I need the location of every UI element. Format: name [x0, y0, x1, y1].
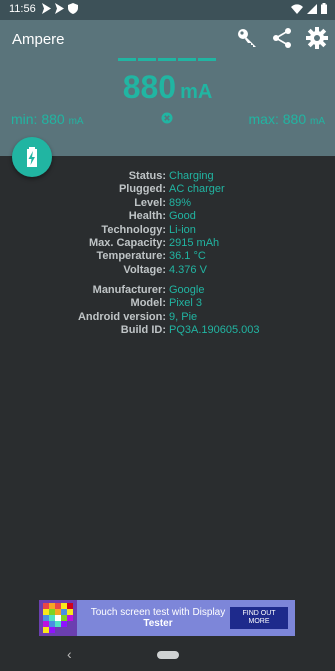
app-logo-icon [39, 600, 77, 636]
ad-banner[interactable]: Touch screen test with Display Tester FI… [39, 600, 295, 636]
info-row-manufacturer: Manufacturer: Google [92, 284, 205, 296]
key-icon[interactable] [236, 27, 258, 49]
signal-icon [307, 3, 317, 14]
send-icon [55, 3, 64, 14]
info-row-temperature: Temperature: 36.1 °C [96, 250, 206, 263]
share-icon[interactable] [271, 27, 293, 49]
ad-text: Touch screen test with Display Tester [90, 607, 226, 629]
current-reading: 880 mA [0, 69, 335, 106]
current-unit: mA [180, 81, 213, 103]
reset-icon[interactable] [161, 112, 173, 124]
battery-info-list: Status: Charging Plugged: AC charger Level… [0, 170, 335, 277]
info-row-build-id: Build ID: PQ3A.190605.003 [120, 324, 260, 337]
info-row-level: Level: 89% [134, 196, 192, 209]
info-row-health: Health: Good [128, 210, 196, 223]
shield-icon [68, 3, 78, 14]
home-pill[interactable] [157, 651, 179, 659]
current-history-dashes [118, 58, 218, 64]
app-title: Ampere [12, 31, 65, 48]
info-row-voltage: Voltage: 4.376 V [123, 263, 207, 276]
back-icon[interactable]: ‹ [67, 646, 72, 662]
device-info-list: Manufacturer: Google Model: Pixel 3 Androi… [0, 284, 335, 338]
min-unit: mA [68, 116, 84, 127]
status-time: 11:56 [9, 3, 36, 15]
battery-icon [321, 3, 327, 14]
current-value: 880 [122, 69, 177, 105]
info-row-plugged: Plugged: AC charger [118, 183, 225, 196]
info-row-model: Model: Pixel 3 [130, 297, 203, 310]
min-label: min: 880 [11, 111, 65, 127]
info-row-technology: Technology: Li-ion [101, 223, 196, 236]
info-row-android-version: Android version: 9, Pie [77, 310, 198, 323]
max-label: max: 880 [248, 111, 307, 127]
min-reading: min: 880 mA [11, 111, 84, 127]
gear-icon[interactable] [306, 27, 328, 49]
info-row-max-capacity: Max. Capacity: 2915 mAh [88, 237, 220, 250]
max-reading: max: 880 mA [249, 111, 325, 127]
send-icon [42, 3, 51, 14]
ad-find-out-more-button[interactable]: FIND OUT MORE [230, 607, 288, 629]
info-row-status: Status: Charging [128, 170, 214, 182]
status-bar: 11:56 [0, 0, 335, 20]
max-unit: mA [310, 116, 325, 127]
system-nav-bar: ‹ [0, 642, 335, 671]
app-header: Ampere 880 mA min: 880 mA max: 880 mA [0, 20, 335, 156]
wifi-icon [291, 3, 303, 14]
